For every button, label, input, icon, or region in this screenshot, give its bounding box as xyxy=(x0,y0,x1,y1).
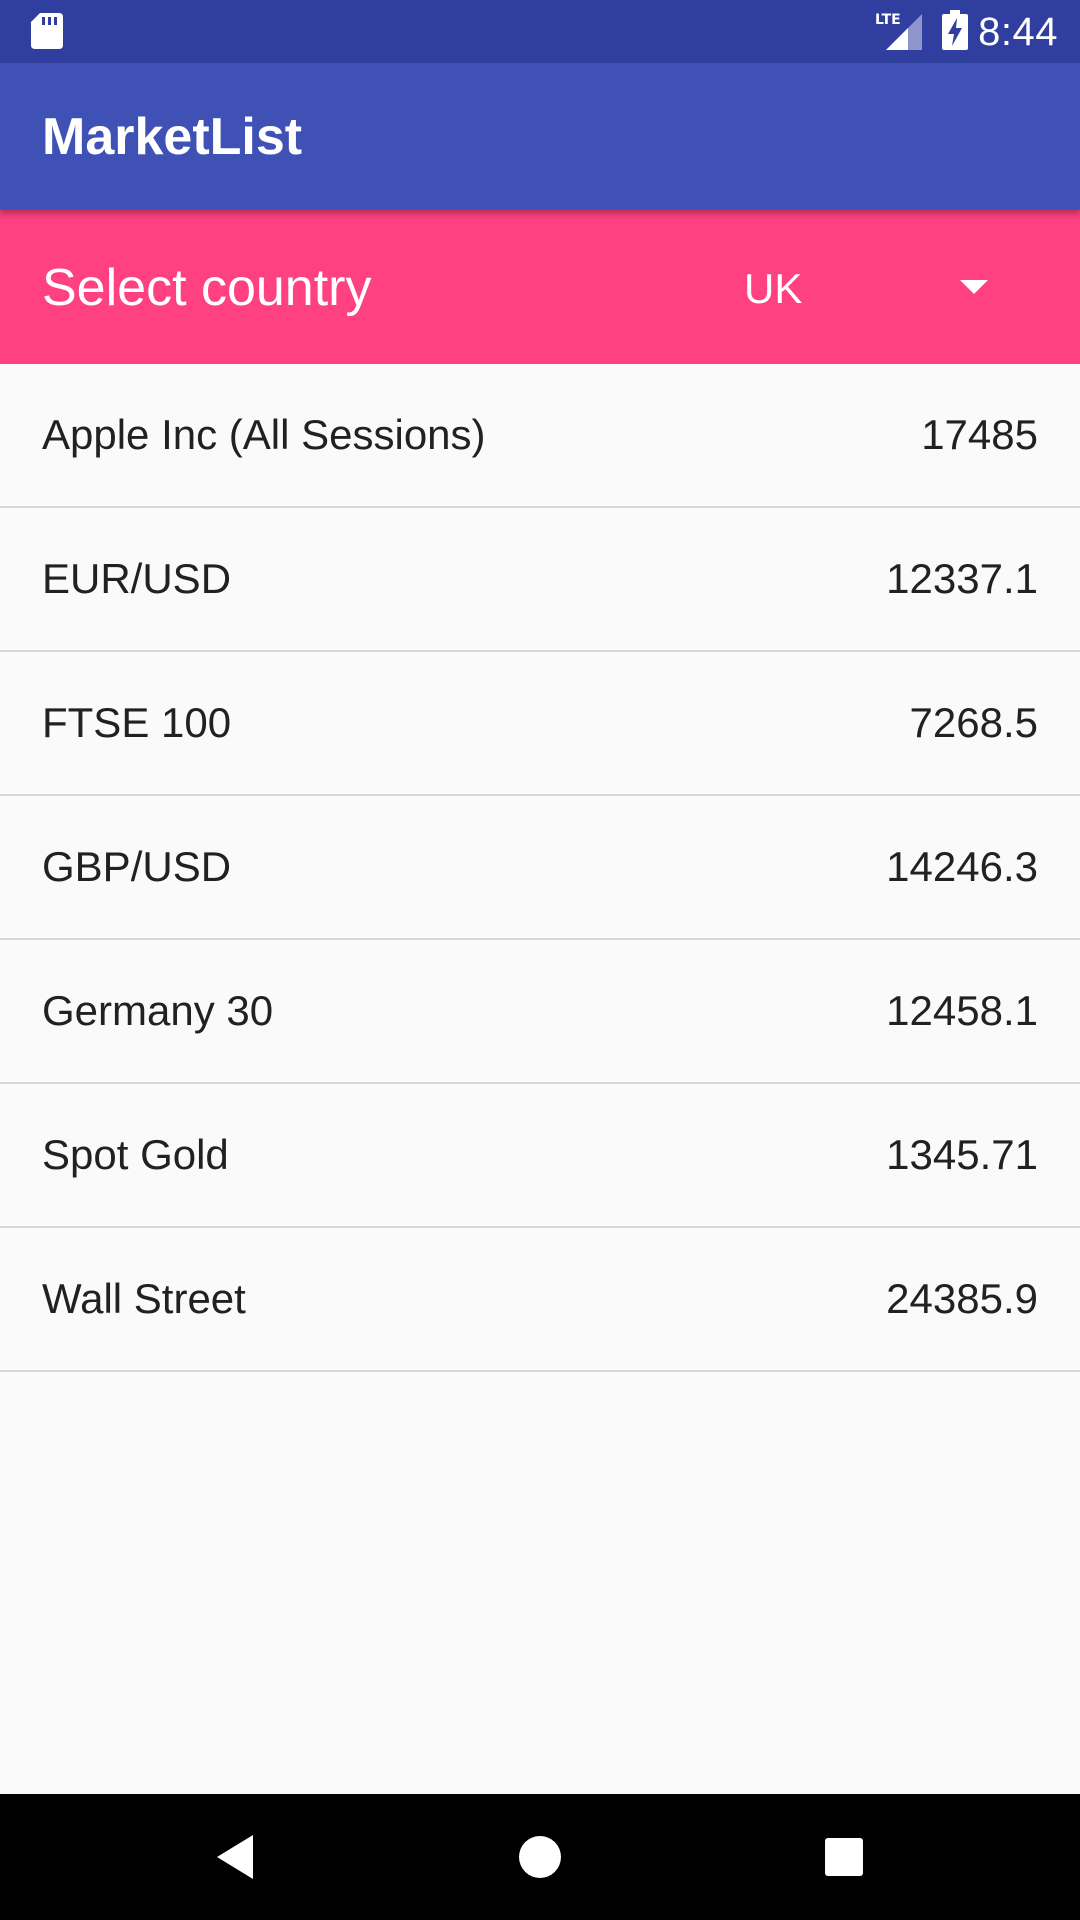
back-icon[interactable] xyxy=(207,1827,267,1887)
country-spinner[interactable]: UK xyxy=(720,210,1050,364)
market-name: FTSE 100 xyxy=(42,699,232,746)
chevron-down-icon xyxy=(960,280,988,294)
sd-card-icon xyxy=(31,13,63,49)
country-selector-label: Select country xyxy=(42,259,372,317)
market-price: 12337.1 xyxy=(886,555,1038,602)
market-row[interactable]: EUR/USD 12337.1 xyxy=(0,508,1080,652)
lte-label: LTE xyxy=(875,12,901,28)
app-bar: MarketList xyxy=(0,63,1080,210)
market-row[interactable]: Spot Gold 1345.71 xyxy=(0,1084,1080,1228)
navigation-bar xyxy=(0,1794,1080,1920)
lte-signal-icon: LTE xyxy=(875,12,922,50)
market-price: 14246.3 xyxy=(886,843,1038,890)
home-icon[interactable] xyxy=(510,1827,570,1887)
market-name: Wall Street xyxy=(42,1275,246,1322)
market-price: 17485 xyxy=(921,411,1038,458)
market-price: 12458.1 xyxy=(886,987,1038,1034)
market-row[interactable]: Wall Street 24385.9 xyxy=(0,1228,1080,1372)
status-clock: 8:44 xyxy=(978,10,1058,54)
market-name: EUR/USD xyxy=(42,555,232,602)
screen: LTE 8:44 MarketList Select country UK Ap… xyxy=(0,0,1080,1920)
market-row[interactable]: GBP/USD 14246.3 xyxy=(0,796,1080,940)
market-list: Apple Inc (All Sessions) 17485 EUR/USD 1… xyxy=(0,364,1080,1372)
market-name: Germany 30 xyxy=(42,987,274,1034)
market-row[interactable]: FTSE 100 7268.5 xyxy=(0,652,1080,796)
recents-icon[interactable] xyxy=(814,1827,874,1887)
market-name: Apple Inc (All Sessions) xyxy=(42,411,486,458)
app-title: MarketList xyxy=(42,108,303,166)
market-name: Spot Gold xyxy=(42,1131,229,1178)
country-selector-bar: Select country UK xyxy=(0,210,1080,364)
status-bar: LTE 8:44 xyxy=(0,0,1080,63)
country-spinner-value: UK xyxy=(744,265,803,312)
market-price: 1345.71 xyxy=(886,1131,1038,1178)
battery-charging-icon xyxy=(942,10,968,50)
market-price: 7268.5 xyxy=(909,699,1038,746)
market-row[interactable]: Germany 30 12458.1 xyxy=(0,940,1080,1084)
market-row[interactable]: Apple Inc (All Sessions) 17485 xyxy=(0,364,1080,508)
market-name: GBP/USD xyxy=(42,843,232,890)
market-price: 24385.9 xyxy=(886,1275,1038,1322)
